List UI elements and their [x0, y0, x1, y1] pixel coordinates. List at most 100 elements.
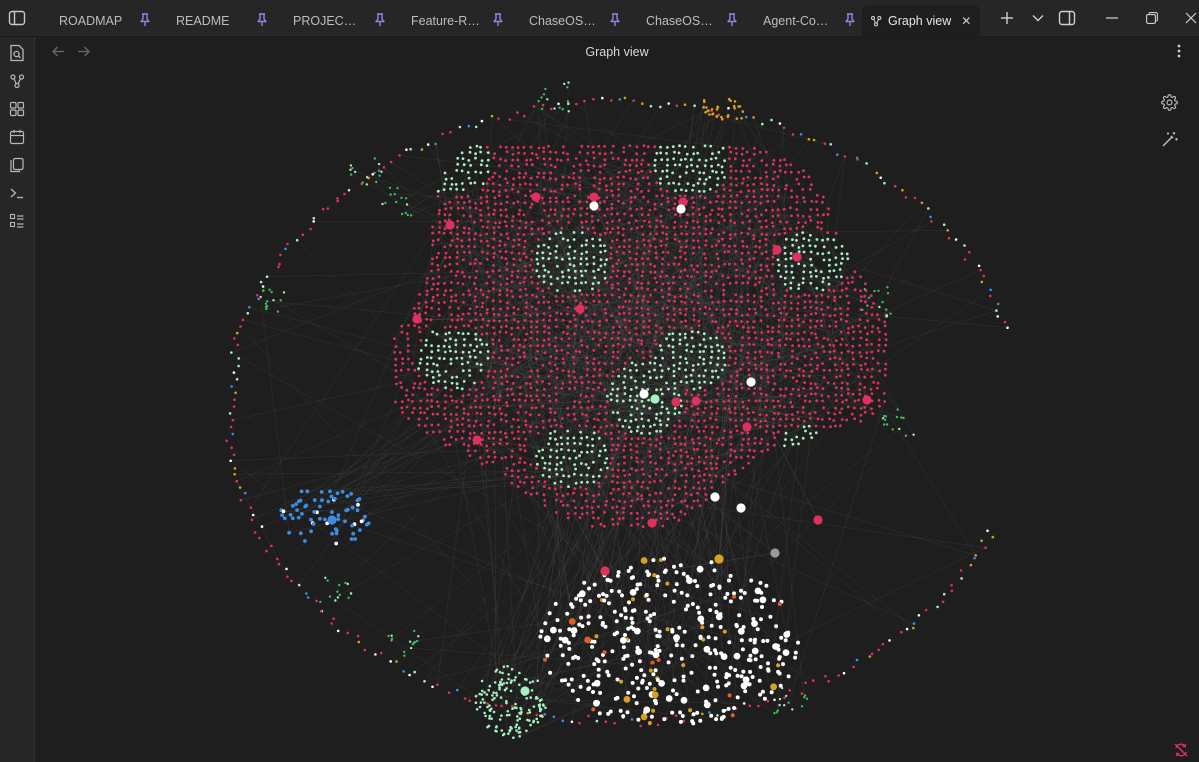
note-node[interactable] [804, 429, 807, 433]
note-node[interactable] [549, 150, 552, 154]
note-node[interactable] [721, 436, 725, 440]
note-node[interactable] [803, 355, 807, 358]
note-node[interactable] [674, 213, 677, 217]
note-node[interactable] [721, 443, 724, 447]
note-node[interactable] [716, 195, 720, 198]
note-node[interactable] [640, 257, 644, 260]
note-node[interactable] [640, 286, 644, 290]
note-node[interactable] [642, 320, 646, 323]
note-node[interactable] [554, 511, 558, 514]
note-node[interactable] [815, 286, 819, 290]
note-node[interactable] [443, 325, 447, 329]
note-node[interactable] [615, 262, 619, 265]
note-node[interactable] [852, 330, 856, 334]
note-node[interactable] [436, 264, 440, 267]
note-node[interactable] [845, 287, 848, 290]
note-node[interactable] [828, 314, 832, 318]
mint-cluster-node[interactable] [494, 670, 498, 673]
note-node[interactable] [717, 233, 721, 236]
note-node[interactable] [617, 258, 620, 262]
note-node[interactable] [590, 450, 594, 453]
note-node[interactable] [673, 313, 676, 316]
note-node[interactable] [541, 404, 545, 408]
note-node[interactable] [479, 150, 482, 154]
note-node[interactable] [450, 183, 454, 186]
note-node[interactable] [629, 177, 632, 180]
note-node[interactable] [486, 323, 489, 327]
note-node[interactable] [468, 374, 472, 377]
note-node[interactable] [680, 320, 683, 324]
note-node[interactable] [728, 380, 732, 384]
note-node[interactable] [791, 344, 794, 347]
note-node[interactable] [679, 355, 682, 359]
note-node[interactable] [517, 238, 521, 242]
note-node[interactable] [611, 264, 615, 268]
note-node[interactable] [659, 214, 663, 218]
note-node[interactable] [721, 331, 724, 335]
orphan-node[interactable] [727, 106, 730, 110]
note-node[interactable] [665, 274, 669, 278]
note-node[interactable] [467, 324, 471, 328]
note-node[interactable] [580, 274, 584, 278]
note-node[interactable] [492, 332, 496, 335]
note-node[interactable] [808, 416, 812, 420]
white-node[interactable] [748, 669, 753, 674]
note-node[interactable] [456, 314, 460, 318]
note-node[interactable] [746, 431, 750, 435]
note-node[interactable] [691, 251, 695, 255]
note-node[interactable] [468, 146, 472, 149]
note-node[interactable] [641, 525, 645, 529]
note-node[interactable] [760, 187, 764, 191]
note-node[interactable] [450, 177, 454, 180]
note-node[interactable] [559, 312, 563, 316]
note-node[interactable] [640, 190, 643, 193]
orphan-node[interactable] [468, 699, 472, 702]
mint-cluster-node[interactable] [515, 729, 518, 732]
white-node[interactable] [574, 596, 579, 601]
note-node[interactable] [401, 362, 405, 365]
note-node[interactable] [655, 280, 659, 284]
note-node[interactable] [764, 430, 768, 433]
note-node[interactable] [598, 181, 601, 185]
note-node[interactable] [671, 171, 674, 175]
note-node[interactable] [708, 187, 712, 191]
note-node[interactable] [672, 374, 676, 378]
note-node[interactable] [525, 255, 528, 259]
note-node[interactable] [634, 312, 638, 316]
note-node[interactable] [444, 370, 448, 373]
note-node[interactable] [735, 374, 739, 377]
note-node[interactable] [559, 480, 563, 483]
note-node[interactable] [648, 406, 652, 410]
note-node[interactable] [764, 419, 767, 423]
note-node[interactable] [714, 170, 718, 174]
note-node[interactable] [690, 264, 693, 267]
note-node[interactable] [624, 158, 628, 162]
note-node[interactable] [864, 362, 867, 366]
note-node[interactable] [778, 164, 782, 168]
note-node[interactable] [834, 256, 838, 260]
note-node[interactable] [685, 343, 689, 347]
note-node[interactable] [642, 504, 646, 508]
note-node[interactable] [629, 376, 633, 379]
note-node[interactable] [801, 188, 805, 191]
note-node[interactable] [692, 318, 696, 322]
note-node[interactable] [584, 281, 588, 284]
note-node[interactable] [474, 318, 478, 322]
note-node[interactable] [498, 293, 502, 296]
note-node[interactable] [542, 493, 546, 497]
note-node[interactable] [647, 330, 651, 334]
note-node[interactable] [827, 282, 831, 286]
note-node[interactable] [512, 398, 516, 402]
note-node[interactable] [624, 419, 627, 423]
note-node[interactable] [773, 443, 776, 447]
orphan-node[interactable] [761, 122, 764, 126]
note-node[interactable] [863, 410, 867, 414]
note-node[interactable] [635, 386, 638, 389]
note-node[interactable] [547, 326, 551, 330]
note-node[interactable] [555, 299, 558, 303]
note-node[interactable] [776, 208, 780, 212]
note-node[interactable] [456, 430, 460, 433]
note-node[interactable] [758, 246, 761, 249]
note-node[interactable] [704, 435, 708, 439]
note-node[interactable] [648, 493, 652, 497]
